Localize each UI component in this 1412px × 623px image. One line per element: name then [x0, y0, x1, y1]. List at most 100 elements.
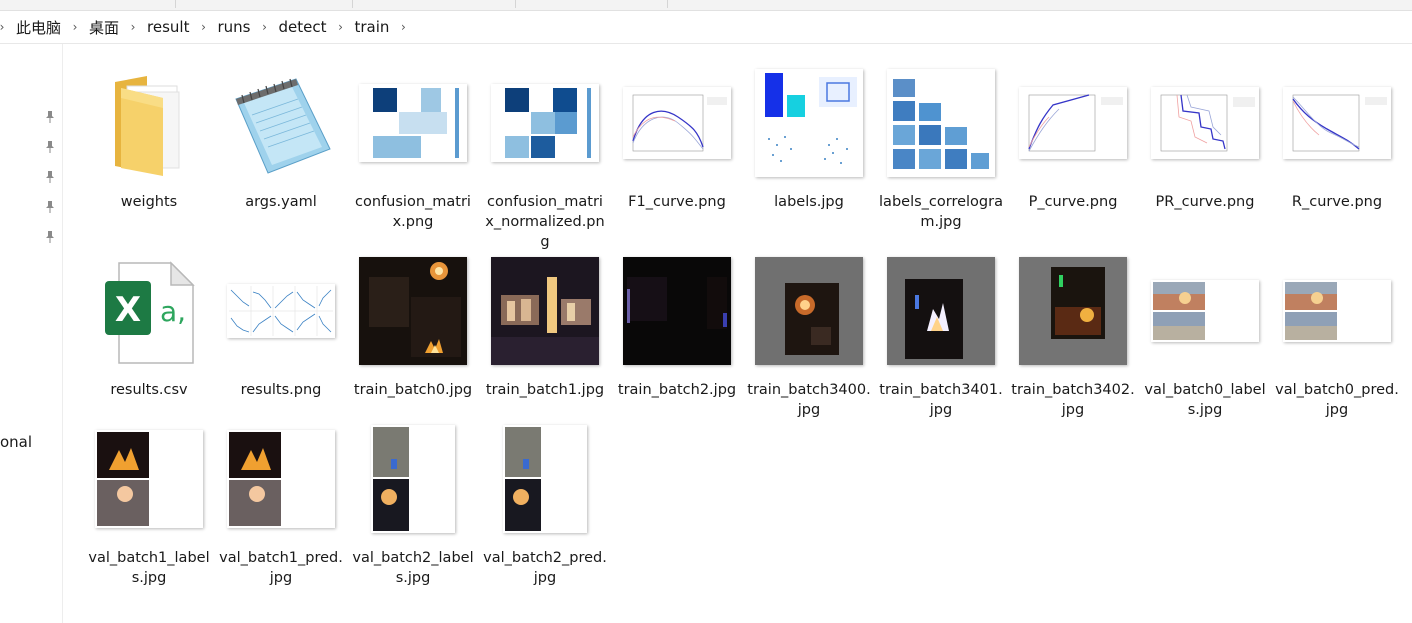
- excel-icon-letter: X: [115, 290, 141, 330]
- file-item[interactable]: train_batch3402.jpg: [1011, 251, 1135, 419]
- file-thumbnail: [1015, 63, 1131, 183]
- file-thumbnail: [1279, 63, 1395, 183]
- file-thumbnail: [883, 251, 999, 371]
- file-thumbnail: [619, 251, 735, 371]
- pin-icon[interactable]: [44, 170, 56, 184]
- breadcrumb-item[interactable]: 桌面: [87, 17, 121, 38]
- file-thumbnail: [1279, 251, 1395, 371]
- file-name: confusion_matrix.png: [355, 194, 471, 230]
- chevron-right-icon[interactable]: ›: [125, 19, 141, 35]
- file-item[interactable]: R_curve.png: [1279, 63, 1395, 231]
- file-name: R_curve.png: [1291, 194, 1383, 210]
- file-thumbnail: [883, 63, 999, 183]
- file-item[interactable]: train_batch1.jpg: [486, 251, 604, 419]
- excel-icon: X a,: [91, 251, 207, 371]
- file-item[interactable]: labels.jpg: [751, 63, 867, 231]
- file-thumbnail: [1015, 251, 1131, 371]
- file-thumbnail: [355, 63, 471, 183]
- file-name: results.png: [240, 382, 322, 398]
- file-name: train_batch1.jpg: [485, 382, 605, 398]
- file-name: confusion_matrix_normalized.png: [485, 194, 605, 250]
- file-name: PR_curve.png: [1155, 194, 1255, 210]
- file-thumbnail: [91, 419, 207, 539]
- file-thumbnail: [751, 63, 867, 183]
- file-item[interactable]: train_batch3400.jpg: [747, 251, 871, 419]
- file-name: train_batch3400.jpg: [747, 382, 871, 418]
- file-thumbnail: [487, 419, 603, 539]
- file-item[interactable]: args.yaml: [223, 63, 339, 231]
- breadcrumb-item[interactable]: detect: [276, 18, 328, 36]
- file-item[interactable]: train_batch3401.jpg: [879, 251, 1003, 419]
- file-thumbnail: [1147, 251, 1263, 371]
- file-item[interactable]: val_batch0_pred.jpg: [1275, 251, 1399, 419]
- chevron-right-icon[interactable]: ›: [395, 19, 411, 35]
- file-thumbnail: [223, 419, 339, 539]
- file-name: val_batch1_labels.jpg: [88, 550, 210, 586]
- file-item[interactable]: weights: [91, 63, 207, 231]
- file-item[interactable]: X a, results.csv: [91, 251, 207, 419]
- pin-icon[interactable]: [44, 200, 56, 214]
- window-top-strip: [0, 0, 1412, 11]
- file-name: val_batch2_labels.jpg: [352, 550, 474, 586]
- file-name: F1_curve.png: [628, 194, 726, 210]
- chevron-right-icon[interactable]: ›: [256, 19, 272, 35]
- file-item[interactable]: confusion_matrix_normalized.png: [485, 63, 605, 250]
- chevron-right-icon[interactable]: ›: [67, 19, 83, 35]
- folder-icon: [91, 63, 207, 183]
- file-thumbnail: [355, 419, 471, 539]
- chevron-right-icon[interactable]: ›: [0, 19, 10, 35]
- file-name: labels.jpg: [774, 194, 844, 210]
- file-name: val_batch0_labels.jpg: [1144, 382, 1266, 418]
- file-item[interactable]: labels_correlogram.jpg: [879, 63, 1003, 231]
- file-name: val_batch1_pred.jpg: [219, 550, 343, 586]
- file-name: train_batch3401.jpg: [879, 382, 1003, 418]
- file-name: labels_correlogram.jpg: [879, 194, 1003, 230]
- file-thumbnail: [1147, 63, 1263, 183]
- notepad-icon: [223, 63, 339, 183]
- file-name: val_batch0_pred.jpg: [1275, 382, 1399, 418]
- file-item[interactable]: train_batch0.jpg: [354, 251, 472, 419]
- file-thumbnail: [223, 251, 339, 371]
- breadcrumb-item[interactable]: 此电脑: [14, 17, 63, 38]
- pin-icon[interactable]: [44, 140, 56, 154]
- divider: [175, 0, 176, 8]
- file-item[interactable]: results.png: [223, 251, 339, 419]
- file-item[interactable]: confusion_matrix.png: [355, 63, 471, 231]
- file-name: weights: [120, 194, 178, 210]
- pin-icon[interactable]: [44, 230, 56, 244]
- excel-icon-letter: a,: [160, 295, 186, 328]
- chevron-right-icon[interactable]: ›: [332, 19, 348, 35]
- file-name: results.csv: [110, 382, 188, 398]
- navigation-pane: onal: [0, 44, 63, 623]
- file-item[interactable]: val_batch0_labels.jpg: [1144, 251, 1266, 419]
- file-item[interactable]: train_batch2.jpg: [618, 251, 736, 419]
- file-thumbnail: [751, 251, 867, 371]
- file-name: val_batch2_pred.jpg: [483, 550, 607, 586]
- chevron-right-icon[interactable]: ›: [195, 19, 211, 35]
- file-item[interactable]: P_curve.png: [1015, 63, 1131, 231]
- divider: [515, 0, 516, 8]
- file-name: train_batch2.jpg: [617, 382, 737, 398]
- file-item[interactable]: val_batch2_labels.jpg: [352, 419, 474, 587]
- file-item[interactable]: val_batch2_pred.jpg: [483, 419, 607, 587]
- divider: [352, 0, 353, 8]
- divider: [667, 0, 668, 8]
- file-item[interactable]: F1_curve.png: [619, 63, 735, 231]
- file-name: train_batch0.jpg: [353, 382, 473, 398]
- file-item[interactable]: PR_curve.png: [1147, 63, 1263, 231]
- file-name: P_curve.png: [1028, 194, 1118, 210]
- nav-item-label[interactable]: onal: [0, 433, 32, 451]
- pin-icon[interactable]: [44, 110, 56, 124]
- file-thumbnail: [619, 63, 735, 183]
- file-thumbnail: [487, 63, 603, 183]
- file-thumbnail: [355, 251, 471, 371]
- file-item[interactable]: val_batch1_pred.jpg: [219, 419, 343, 587]
- file-item[interactable]: val_batch1_labels.jpg: [88, 419, 210, 587]
- breadcrumb-item[interactable]: runs: [215, 18, 252, 36]
- breadcrumb-item[interactable]: train: [352, 18, 391, 36]
- breadcrumb: › 此电脑 › 桌面 › result › runs › detect › tr…: [0, 11, 1412, 44]
- file-name: args.yaml: [245, 194, 317, 210]
- file-name: train_batch3402.jpg: [1011, 382, 1135, 418]
- file-thumbnail: [487, 251, 603, 371]
- breadcrumb-item[interactable]: result: [145, 18, 191, 36]
